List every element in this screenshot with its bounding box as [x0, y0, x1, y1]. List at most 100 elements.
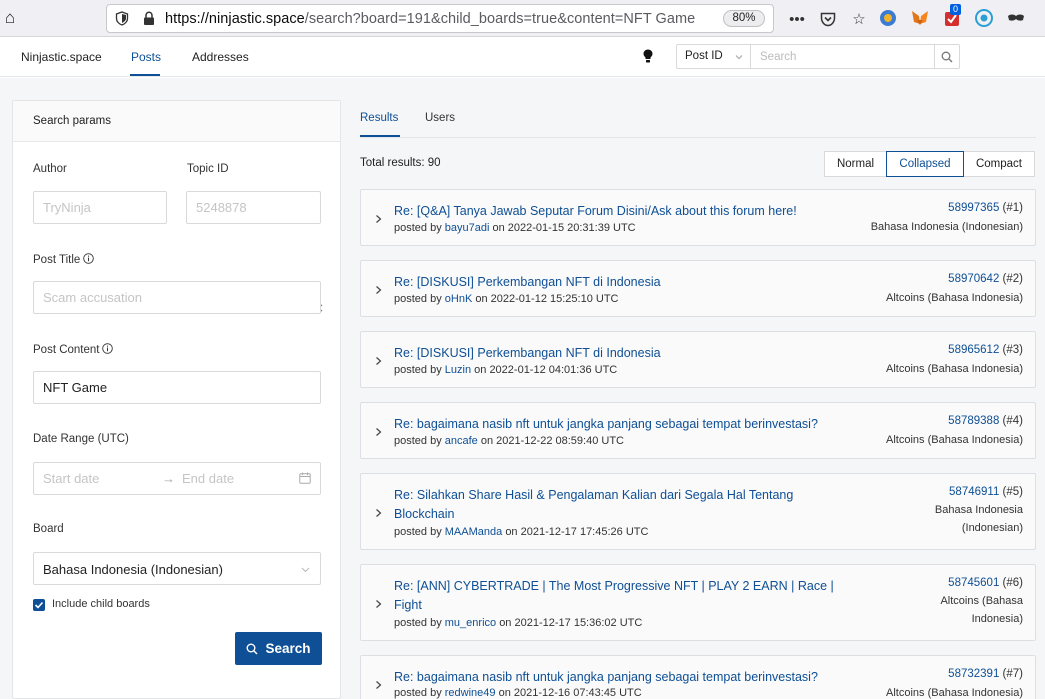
post-author-link[interactable]: redwine49 [445, 687, 496, 699]
post-meta: posted by Luzin on 2022-01-12 04:01:36 U… [394, 364, 618, 376]
post-author-link[interactable]: Luzin [445, 364, 471, 376]
extension-circle-icon[interactable] [974, 8, 994, 28]
search-type-select[interactable]: Post ID [676, 44, 751, 69]
post-author-link[interactable]: MAAManda [445, 526, 502, 538]
nav-addresses[interactable]: Addresses [192, 50, 249, 64]
header-search-button[interactable] [934, 44, 960, 69]
date-range-picker[interactable]: Start date → End date [33, 462, 321, 495]
end-date-field[interactable]: End date [182, 471, 234, 486]
post-meta: posted by mu_enrico on 2021-12-17 15:36:… [394, 617, 643, 629]
chevron-right-icon[interactable] [375, 508, 382, 518]
search-icon [941, 51, 953, 62]
post-item[interactable]: Re: [DISKUSI] Perkembangan NFT di Indone… [360, 331, 1036, 388]
post-meta: posted by bayu7adi on 2022-01-15 20:31:3… [394, 222, 636, 234]
nav-active-indicator [130, 74, 160, 76]
extension-globe-icon[interactable] [878, 8, 898, 28]
post-author-link[interactable]: ancafe [445, 435, 478, 447]
post-id-link[interactable]: 58789388 (#4) [948, 415, 1023, 427]
pocket-icon[interactable] [817, 8, 839, 30]
post-id-link[interactable]: 58745601 (#6) [948, 577, 1023, 589]
post-id-link[interactable]: 58970642 (#2) [948, 273, 1023, 285]
brand-link[interactable]: Ninjastic.space [21, 50, 102, 64]
topic-id-input[interactable] [186, 191, 321, 224]
view-collapsed-button[interactable]: Collapsed [886, 151, 964, 177]
post-content-label: Post Content [33, 343, 114, 356]
post-id-link[interactable]: 58732391 (#7) [948, 668, 1023, 680]
post-id-link[interactable]: 58997365 (#1) [948, 202, 1023, 214]
post-title-input[interactable] [33, 281, 321, 314]
post-item[interactable]: Re: [Q&A] Tanya Jawab Seputar Forum Disi… [360, 189, 1036, 246]
extension-red-icon[interactable]: 0 [942, 4, 962, 28]
address-bar[interactable]: https://ninjastic.space/search?board=191… [106, 4, 774, 33]
post-item[interactable]: Re: bagaimana nasib nft untuk jangka pan… [360, 402, 1036, 459]
post-title-link[interactable]: Re: [DISKUSI] Perkembangan NFT di Indone… [394, 273, 864, 292]
post-title-link[interactable]: Re: [Q&A] Tanya Jawab Seputar Forum Disi… [394, 202, 864, 221]
post-item[interactable]: Re: [ANN] CYBERTRADE | The Most Progress… [360, 564, 1036, 641]
view-normal-button[interactable]: Normal [824, 151, 887, 177]
search-params-title: Search params [33, 115, 111, 127]
checkmark-icon [34, 601, 44, 609]
zoom-level-badge[interactable]: 80% [723, 10, 765, 27]
post-board: Altcoins (Bahasa Indonesia) [886, 292, 1023, 304]
search-button[interactable]: Search [235, 632, 322, 665]
date-range-label: Date Range (UTC) [33, 433, 129, 445]
post-title-link[interactable]: Re: bagaimana nasib nft untuk jangka pan… [394, 668, 864, 687]
post-title-label: Post Title [33, 253, 95, 266]
lock-icon[interactable] [143, 11, 155, 26]
search-params-header: Search params [13, 101, 340, 142]
post-id-link[interactable]: 58746911 (#5) [949, 486, 1023, 498]
info-icon[interactable] [83, 253, 95, 264]
post-board: Altcoins (Bahasa Indonesia) [940, 595, 1023, 625]
post-id-link[interactable]: 58965612 (#3) [948, 344, 1023, 356]
search-icon [246, 643, 259, 655]
author-input[interactable] [33, 191, 167, 224]
tab-results[interactable]: Results [360, 112, 398, 124]
total-results: Total results: 90 [360, 157, 441, 169]
bookmark-star-icon[interactable]: ☆ [848, 8, 870, 30]
extension-mask-icon[interactable] [1006, 8, 1026, 28]
header-search-input[interactable] [751, 44, 935, 69]
chevron-down-icon [735, 55, 743, 60]
metamask-fox-icon[interactable] [910, 8, 930, 28]
tabs-divider [360, 137, 1036, 138]
chevron-right-icon[interactable] [375, 599, 382, 609]
post-author-link[interactable]: oHnK [445, 293, 473, 305]
board-select[interactable]: Bahasa Indonesia (Indonesian) [33, 552, 321, 585]
more-actions-icon[interactable]: ••• [786, 8, 808, 30]
tab-users[interactable]: Users [425, 112, 455, 124]
post-meta: posted by oHnK on 2022-01-12 15:25:10 UT… [394, 293, 619, 305]
chevron-right-icon[interactable] [375, 427, 382, 437]
post-author-link[interactable]: bayu7adi [445, 222, 490, 234]
post-board: Altcoins (Bahasa Indonesia) [886, 687, 1023, 699]
search-params-panel: Search params Author Topic ID Post Title… [12, 100, 341, 699]
chevron-right-icon[interactable] [375, 214, 382, 224]
nav-posts[interactable]: Posts [131, 50, 161, 64]
post-item[interactable]: Re: bagaimana nasib nft untuk jangka pan… [360, 655, 1036, 699]
post-title-link[interactable]: Re: [ANN] CYBERTRADE | The Most Progress… [394, 577, 864, 615]
post-item[interactable]: Re: [DISKUSI] Perkembangan NFT di Indone… [360, 260, 1036, 317]
include-child-boards-checkbox[interactable] [33, 599, 45, 611]
post-board: Bahasa Indonesia (Indonesian) [870, 221, 1023, 233]
author-label: Author [33, 163, 67, 175]
chevron-right-icon[interactable] [375, 356, 382, 366]
post-title-link[interactable]: Re: Silahkan Share Hasil & Pengalaman Ka… [394, 486, 834, 524]
post-item[interactable]: Re: Silahkan Share Hasil & Pengalaman Ka… [360, 473, 1036, 550]
info-icon[interactable] [102, 343, 114, 354]
home-icon[interactable]: ⌂ [0, 8, 20, 28]
theme-bulb-icon[interactable] [643, 49, 653, 63]
topic-id-label: Topic ID [187, 163, 229, 175]
post-board: Bahasa Indonesia (Indonesian) [934, 504, 1023, 534]
post-content-input[interactable] [33, 371, 321, 404]
chevron-right-icon[interactable] [375, 285, 382, 295]
post-board: Altcoins (Bahasa Indonesia) [886, 434, 1023, 446]
view-compact-button[interactable]: Compact [963, 151, 1035, 177]
calendar-icon[interactable] [299, 472, 311, 484]
chevron-right-icon[interactable] [375, 680, 382, 690]
post-board: Altcoins (Bahasa Indonesia) [886, 363, 1023, 375]
post-author-link[interactable]: mu_enrico [445, 617, 496, 629]
start-date-field[interactable]: Start date [43, 471, 99, 486]
include-child-boards-label[interactable]: Include child boards [52, 598, 150, 610]
tracking-shield-icon[interactable] [115, 11, 129, 26]
post-title-link[interactable]: Re: [DISKUSI] Perkembangan NFT di Indone… [394, 344, 864, 363]
post-title-link[interactable]: Re: bagaimana nasib nft untuk jangka pan… [394, 415, 864, 434]
